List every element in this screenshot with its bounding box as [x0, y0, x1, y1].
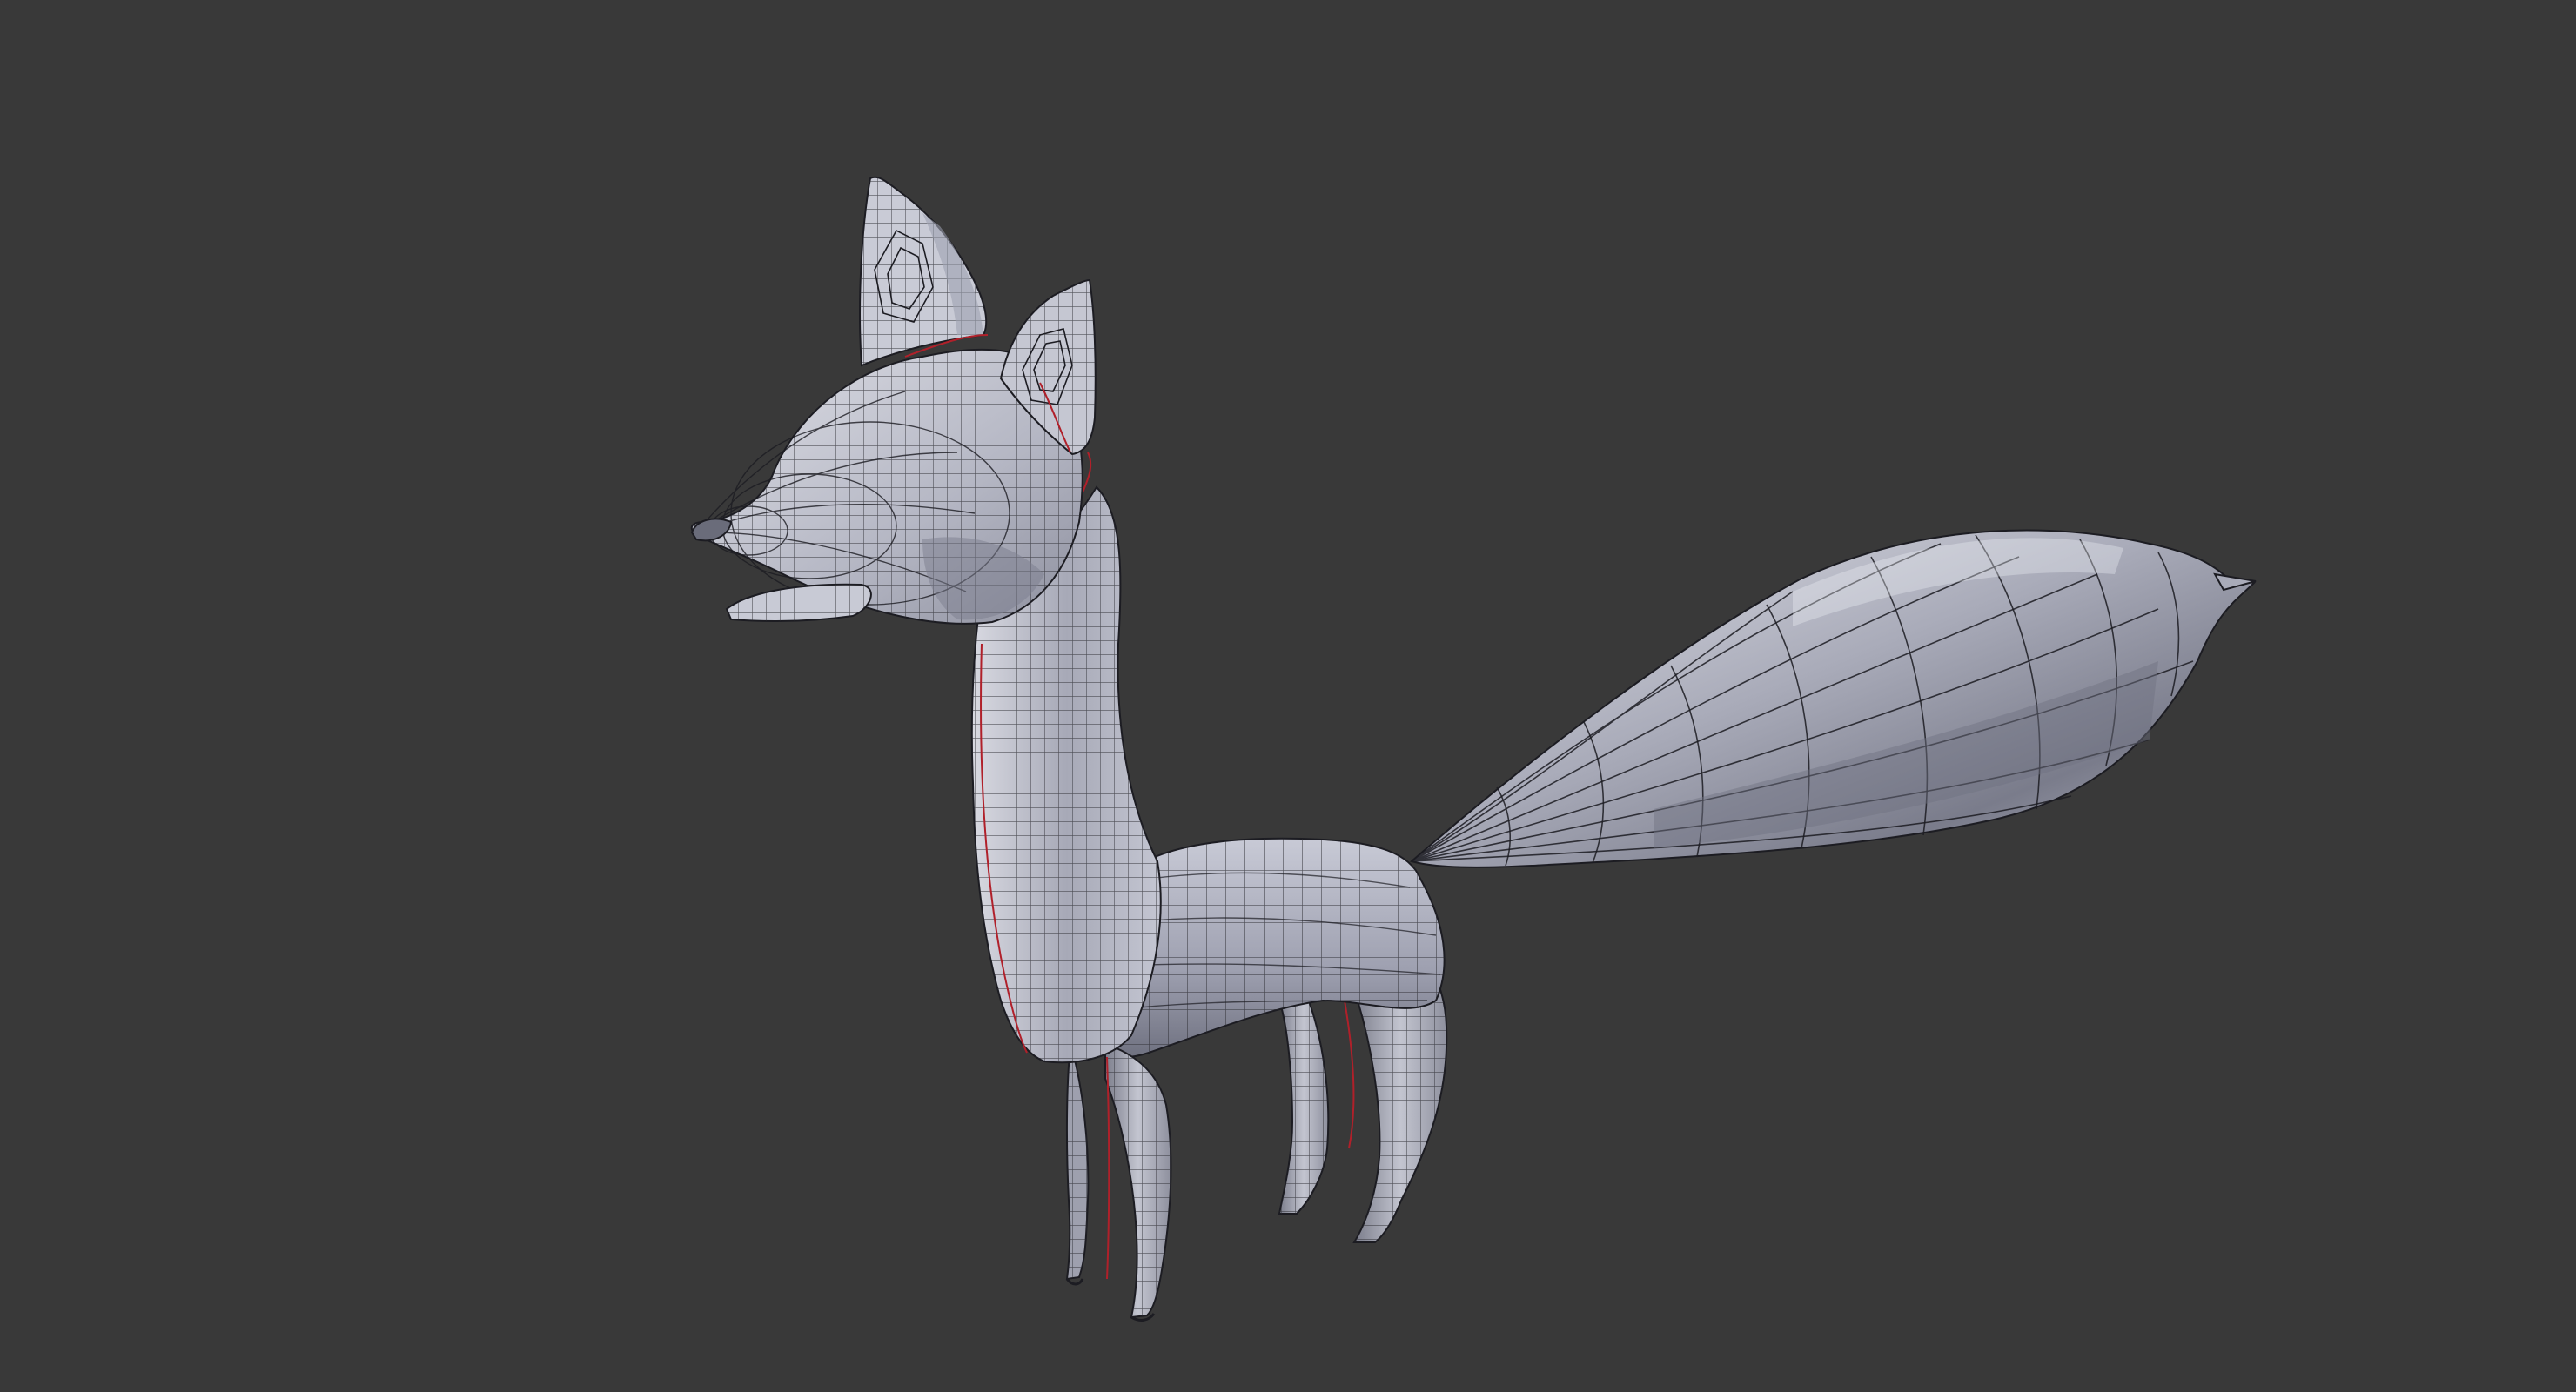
- fox-back-leg-far[interactable]: [1278, 990, 1355, 1215]
- fox-mesh-canvas[interactable]: [0, 0, 2576, 1392]
- fox-front-leg-near[interactable]: [1104, 1042, 1172, 1322]
- fox-front-leg-far[interactable]: [1065, 1043, 1090, 1286]
- fox-ear-left[interactable]: [859, 176, 989, 367]
- fox-tail[interactable]: [1409, 529, 2257, 868]
- 3d-viewport[interactable]: [0, 0, 2576, 1392]
